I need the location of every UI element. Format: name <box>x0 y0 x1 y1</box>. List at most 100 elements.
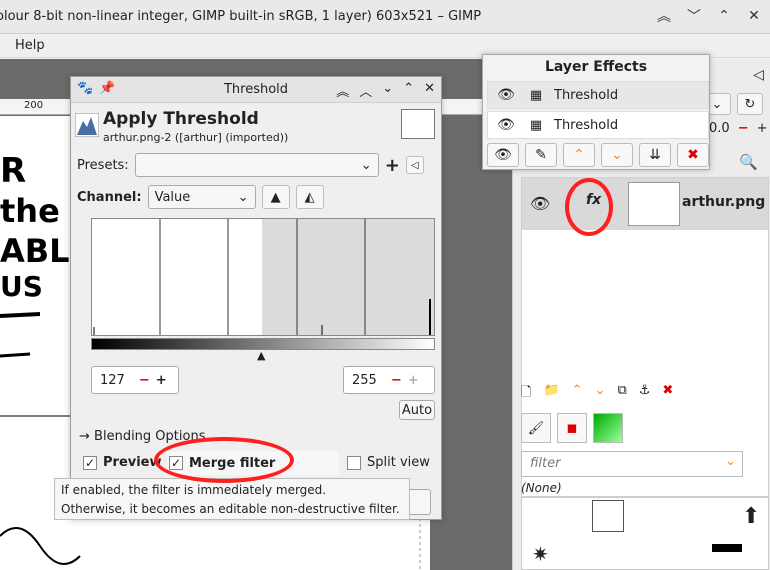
minimize-icon[interactable]: ⌄ <box>382 81 393 100</box>
high-threshold-value: 255 <box>352 372 377 388</box>
lower-effect-icon[interactable]: ⌄ <box>601 143 633 167</box>
anchor-icon[interactable]: ⚓ <box>639 383 651 405</box>
menu-help[interactable]: Help <box>15 38 45 53</box>
raise-effect-icon[interactable]: ⌃ <box>563 143 595 167</box>
effect-row[interactable]: 👁 ▦ Threshold <box>487 111 709 139</box>
preview-label: Preview <box>103 455 162 470</box>
blending-options-expander[interactable]: → Blending Options <box>79 429 205 444</box>
chevron-down-icon: ⌄ <box>237 189 249 205</box>
delete-layer-icon[interactable]: ✖ <box>662 383 673 405</box>
threshold-handle-icon[interactable]: ▲ <box>257 349 265 362</box>
layer-list[interactable]: 👁 fx arthur.png <box>521 177 769 497</box>
threshold-effect-icon: ▦ <box>529 87 543 103</box>
increase-icon[interactable]: + <box>408 373 419 388</box>
raise-layer-icon[interactable]: ⌃ <box>572 383 583 405</box>
minimize-icon[interactable]: ﹀ <box>684 6 704 26</box>
layer-effects-title: Layer Effects <box>544 59 648 75</box>
layer-name[interactable]: arthur.png <box>682 194 765 210</box>
presets-label: Presets: <box>77 157 129 173</box>
window-controls: ︽ ﹀ ⌃ ✕ <box>654 6 764 26</box>
decrease-icon[interactable]: − <box>139 373 150 388</box>
shade-icon[interactable]: ︿ <box>359 81 372 100</box>
threshold-dialog: 🐾 📌 Threshold ︽ ︿ ⌄ ⌃ ✕ Apply Threshold … <box>70 76 442 520</box>
channel-row: Channel: Value ⌄ ▲ ◭ <box>77 185 324 209</box>
brush-leaf-icon[interactable]: ✷ <box>532 542 549 566</box>
layer-search-icon[interactable]: 🔍 <box>739 153 758 171</box>
high-threshold-spin[interactable]: 255 − + <box>343 366 435 394</box>
svg-text:US: US <box>0 270 43 303</box>
close-icon[interactable]: ✕ <box>424 81 435 100</box>
maximize-icon[interactable]: ⌃ <box>714 6 734 26</box>
svg-text:the: the <box>0 192 60 230</box>
decrease-icon[interactable]: − <box>391 373 402 388</box>
dialog-header-title: Apply Threshold <box>103 109 259 129</box>
brush-bar[interactable] <box>712 544 742 552</box>
presets-row: Presets: ⌄ + ◁ <box>77 153 424 177</box>
window-titlebar: olour 8-bit non-linear integer, GIMP bui… <box>0 0 770 34</box>
brush-filter-input[interactable]: filter ⌄ <box>521 451 743 477</box>
channel-value: Value <box>154 189 191 205</box>
keep-above-icon[interactable]: ︽ <box>336 81 349 100</box>
tooltip-line-1: If enabled, the filter is immediately me… <box>61 483 327 497</box>
mode-reset-icon[interactable]: ↻ <box>737 93 763 115</box>
blending-options-label: Blending Options <box>94 429 206 444</box>
image-thumbnail <box>401 109 435 139</box>
brush-none-label: (None) <box>521 481 562 495</box>
effect-label: Threshold <box>554 87 619 103</box>
effects-toolbar: 👁 ✎ ⌃ ⌄ ⇊ ✖ <box>487 143 709 167</box>
brush-tab-icon[interactable]: 🖌 <box>521 413 551 443</box>
add-preset-icon[interactable]: + <box>385 155 400 176</box>
delete-effect-icon[interactable]: ✖ <box>677 143 709 167</box>
histogram[interactable] <box>91 218 435 336</box>
linear-histogram-icon[interactable]: ▲ <box>261 185 290 209</box>
eye-icon[interactable]: 👁 <box>488 87 524 103</box>
edit-effect-icon[interactable]: ✎ <box>525 143 557 167</box>
lower-layer-icon[interactable]: ⌄ <box>595 383 606 405</box>
opacity-increase-icon[interactable]: + <box>757 121 768 136</box>
toggle-visibility-icon[interactable]: 👁 <box>487 143 519 167</box>
preview-toggle[interactable]: ✓ Preview <box>83 455 162 470</box>
log-histogram-icon[interactable]: ◭ <box>295 185 324 209</box>
brush-arrow-icon[interactable]: ⬆ <box>742 504 760 529</box>
opacity-row: 0.0 − + <box>709 121 768 136</box>
chevron-down-icon: ⌄ <box>360 157 372 173</box>
merge-effects-icon[interactable]: ⇊ <box>639 143 671 167</box>
pattern-tab-icon[interactable]: ◼ <box>557 413 587 443</box>
low-threshold-spin[interactable]: 127 − + <box>91 366 179 394</box>
auto-button[interactable]: Auto <box>399 400 435 420</box>
fx-icon[interactable]: fx <box>586 192 601 208</box>
threshold-effect-icon: ▦ <box>529 117 543 133</box>
brush-selected[interactable] <box>592 500 624 532</box>
increase-icon[interactable]: + <box>156 373 167 388</box>
keep-above-icon[interactable]: ︽ <box>654 6 674 26</box>
effect-row[interactable]: 👁 ▦ Threshold <box>487 81 709 109</box>
new-group-icon[interactable]: 📁 <box>543 383 559 405</box>
preset-menu-icon[interactable]: ◁ <box>405 156 424 174</box>
merge-filter-checkbox[interactable]: ✓ <box>169 456 183 470</box>
maximize-icon[interactable]: ⌃ <box>403 81 414 100</box>
duplicate-layer-icon[interactable]: ⧉ <box>617 383 626 405</box>
eye-icon[interactable]: 👁 <box>530 194 550 213</box>
split-view-toggle[interactable]: Split view <box>347 455 430 470</box>
filter-placeholder: filter <box>530 456 561 471</box>
channel-select[interactable]: Value ⌄ <box>147 185 256 209</box>
threshold-icon <box>75 113 99 137</box>
dock-menu-icon[interactable]: ◁ <box>753 67 764 83</box>
dialog-header: Apply Threshold arthur.png-2 ([arthur] (… <box>73 107 441 147</box>
layer-row[interactable]: 👁 fx arthur.png <box>522 178 768 230</box>
layer-toolbar: 🗋 📁 ⌃ ⌄ ⧉ ⚓ ✖ <box>521 383 673 405</box>
eye-icon[interactable]: 👁 <box>488 117 524 133</box>
opacity-decrease-icon[interactable]: − <box>738 121 749 136</box>
merge-filter-tooltip: If enabled, the filter is immediately me… <box>54 478 410 520</box>
layer-effects-popup: Layer Effects 👁 ▦ Threshold 👁 ▦ Threshol… <box>482 54 710 170</box>
gradient-tab-icon[interactable] <box>593 413 623 443</box>
new-layer-icon[interactable]: 🗋 <box>521 383 531 405</box>
presets-select[interactable]: ⌄ <box>134 153 379 177</box>
close-icon[interactable]: ✕ <box>744 6 764 26</box>
preview-checkbox[interactable]: ✓ <box>83 455 97 470</box>
channel-label: Channel: <box>77 189 142 205</box>
merge-filter-toggle[interactable]: ✓ Merge filter <box>167 451 339 475</box>
split-view-checkbox[interactable] <box>347 455 361 470</box>
brush-grid[interactable]: ⬆ ✷ <box>521 497 769 570</box>
chevron-down-icon[interactable]: ⌄ <box>725 454 736 469</box>
